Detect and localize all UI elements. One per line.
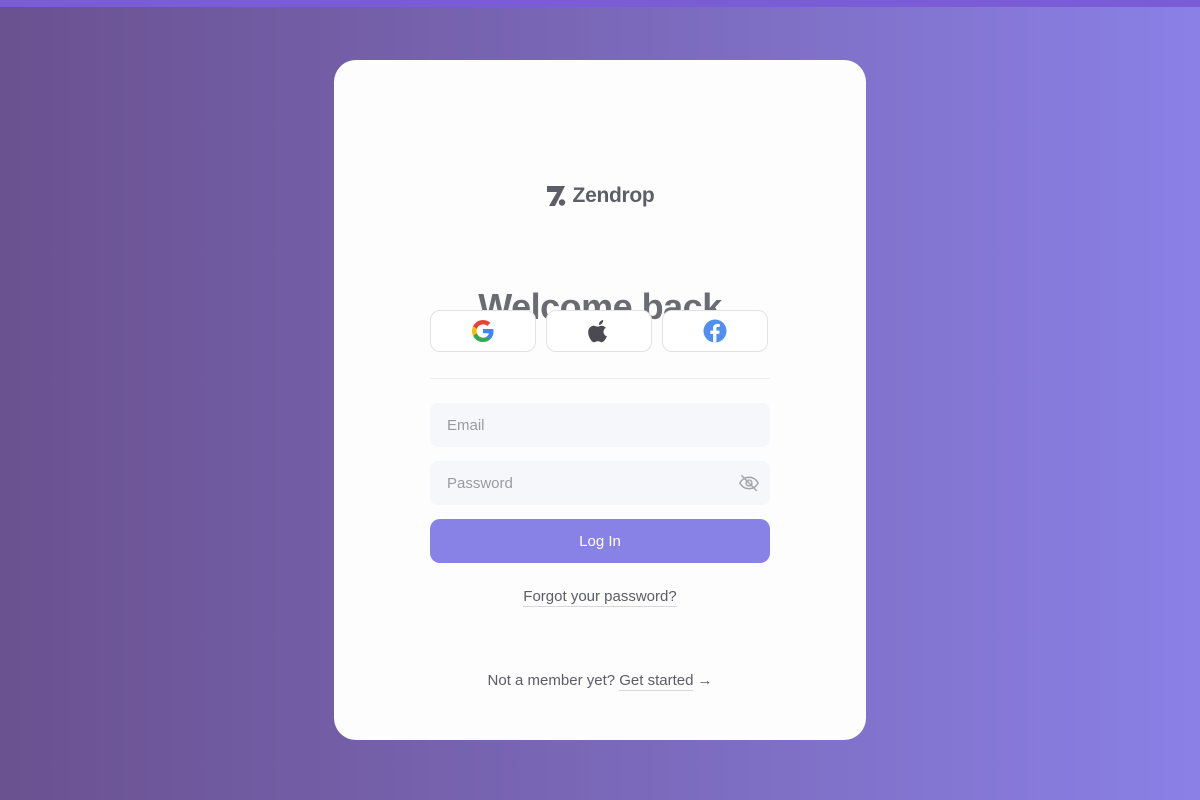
login-button[interactable]: Log In: [430, 519, 770, 563]
eye-off-icon[interactable]: [738, 472, 760, 494]
signup-row: Not a member yet? Get started →: [334, 672, 866, 691]
forgot-password-link[interactable]: Forgot your password?: [523, 588, 677, 607]
password-field[interactable]: [430, 461, 770, 505]
google-icon: [472, 320, 494, 342]
brand-logo: Zendrop: [334, 184, 866, 208]
brand-name: Zendrop: [572, 184, 655, 207]
arrow-right-icon[interactable]: →: [697, 672, 712, 689]
password-input[interactable]: [430, 461, 770, 505]
login-card: Zendrop Welcome back Email Log In Forgot…: [334, 60, 866, 740]
forgot-password-row: Forgot your password?: [334, 588, 866, 607]
facebook-login-button[interactable]: [662, 310, 768, 352]
email-field[interactable]: [430, 403, 770, 447]
zendrop-logo-icon: [546, 186, 565, 206]
apple-login-button[interactable]: [546, 310, 652, 352]
apple-icon: [588, 320, 607, 343]
facebook-icon: [703, 319, 727, 343]
top-accent-bar: [0, 0, 1200, 7]
get-started-link[interactable]: Get started: [619, 672, 694, 691]
email-input[interactable]: [430, 403, 770, 447]
divider: [430, 378, 770, 379]
signup-prompt: Not a member yet?: [487, 672, 620, 689]
google-login-button[interactable]: [430, 310, 536, 352]
